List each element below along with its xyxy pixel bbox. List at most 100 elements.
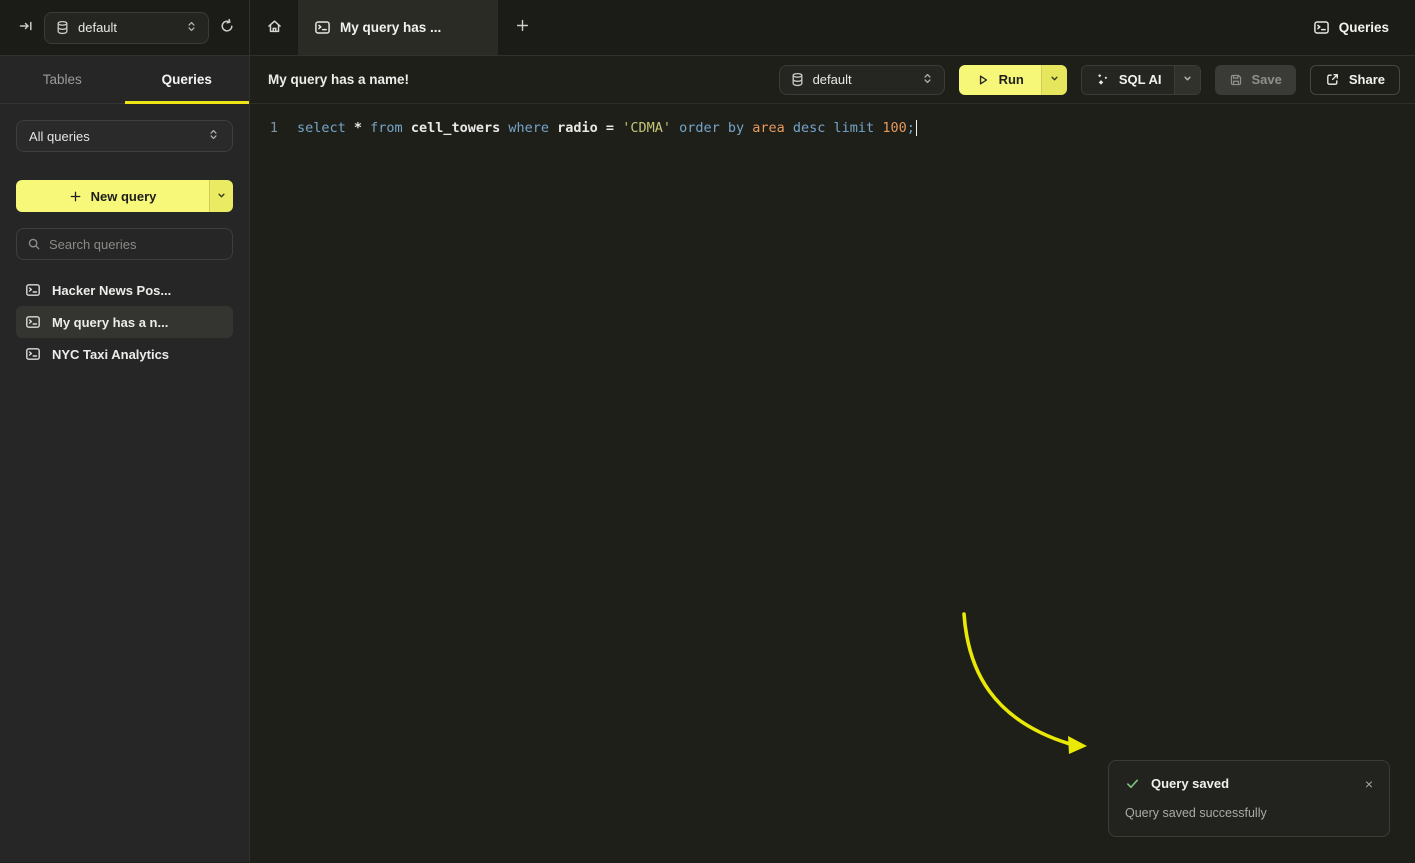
chevron-down-icon (216, 189, 227, 204)
query-filter-value: All queries (29, 129, 90, 144)
query-filter-select[interactable]: All queries (16, 120, 233, 152)
query-list: Hacker News Pos... My query has a n... NYC… (16, 274, 233, 370)
code-token: area (752, 120, 793, 136)
plus-icon (515, 17, 530, 39)
save-icon (1229, 73, 1243, 87)
new-tab-button[interactable] (498, 0, 546, 55)
run-button[interactable]: Run (959, 65, 1041, 95)
new-query-button[interactable]: New query (16, 180, 209, 212)
tab-tables[interactable]: Tables (0, 56, 125, 103)
sidebar-collapse-button[interactable] (18, 18, 34, 37)
page-title: My query has a name! (268, 72, 409, 87)
home-icon (266, 18, 283, 38)
top-bar-left: default (0, 0, 250, 55)
terminal-icon (25, 282, 41, 298)
sidebar: Tables Queries All queries (0, 56, 250, 862)
sidebar-tabs: Tables Queries (0, 56, 249, 104)
database-icon (790, 72, 805, 87)
refresh-button[interactable] (219, 18, 235, 37)
code-token: 'CDMA' (622, 120, 679, 136)
check-icon (1125, 776, 1140, 791)
main-header: My query has a name! default (250, 56, 1415, 104)
toast-message: Query saved successfully (1125, 806, 1373, 820)
query-item[interactable]: My query has a n... (16, 306, 233, 338)
code-token: * (354, 120, 370, 136)
search-box (16, 228, 233, 260)
toast-close-button[interactable]: × (1365, 777, 1373, 791)
toolbar-database-select-value: default (813, 72, 852, 87)
sql-console-app: default My query has .. (0, 0, 1415, 863)
sql-ai-button-label: SQL AI (1119, 72, 1162, 87)
toast-header: Query saved × (1125, 776, 1373, 791)
query-item[interactable]: Hacker News Pos... (16, 274, 233, 306)
code-token: 100 (882, 120, 906, 136)
line-number: 1 (250, 120, 278, 136)
run-dropdown-button[interactable] (1041, 65, 1067, 95)
terminal-icon (25, 346, 41, 362)
terminal-icon (25, 314, 41, 330)
code-token: ; (907, 120, 915, 136)
run-button-label: Run (999, 72, 1024, 87)
code-token: select (297, 120, 354, 136)
tab-strip: My query has ... Queries (250, 0, 1415, 55)
text-cursor (916, 120, 918, 136)
search-queries-input[interactable] (49, 237, 225, 252)
query-item-label: Hacker News Pos... (52, 283, 171, 298)
chevron-updown-icon (921, 72, 934, 88)
play-icon (976, 73, 990, 87)
query-item[interactable]: NYC Taxi Analytics (16, 338, 233, 370)
home-button[interactable] (250, 0, 298, 55)
terminal-icon (314, 19, 331, 36)
new-query-split-button: New query (16, 180, 233, 212)
sql-ai-split-button: SQL AI (1081, 65, 1202, 95)
share-button-label: Share (1349, 72, 1385, 87)
sparkles-icon (1095, 72, 1110, 87)
sql-editor[interactable]: 1 select * from cell_towers where radio … (250, 104, 1415, 862)
save-button[interactable]: Save (1215, 65, 1295, 95)
close-icon: × (1365, 776, 1373, 792)
code-token: from (370, 120, 411, 136)
queries-panel-toggle[interactable]: Queries (1313, 0, 1415, 55)
chevron-down-icon (1182, 72, 1193, 87)
sidebar-database-select[interactable]: default (44, 12, 209, 44)
sql-ai-dropdown-button[interactable] (1174, 66, 1200, 94)
refresh-icon (219, 18, 235, 37)
toast-query-saved: Query saved × Query saved successfully (1108, 760, 1390, 837)
share-icon (1325, 72, 1340, 87)
search-icon (27, 237, 41, 251)
query-item-label: My query has a n... (52, 315, 168, 330)
code-token: = (606, 120, 622, 136)
code-token: limit (834, 120, 883, 136)
code-token: order by (679, 120, 752, 136)
plus-icon (69, 190, 82, 203)
code-token: where (508, 120, 557, 136)
queries-panel-label: Queries (1339, 20, 1389, 35)
query-tab-active[interactable]: My query has ... (298, 0, 498, 55)
sql-ai-button[interactable]: SQL AI (1082, 66, 1175, 94)
code-line: 1 select * from cell_towers where radio … (250, 117, 1415, 138)
body-row: Tables Queries All queries (0, 56, 1415, 862)
tab-tables-label: Tables (43, 72, 82, 87)
code-token: desc (793, 120, 834, 136)
top-bar: default My query has .. (0, 0, 1415, 56)
save-button-label: Save (1251, 72, 1281, 87)
run-split-button: Run (959, 65, 1067, 95)
chevron-updown-icon (207, 128, 220, 144)
database-icon (55, 20, 70, 35)
sidebar-database-select-value: default (78, 20, 117, 35)
code-token: cell_towers (411, 120, 509, 136)
new-query-dropdown-button[interactable] (209, 180, 233, 212)
main-panel: My query has a name! default (250, 56, 1415, 862)
sidebar-content: All queries New query (0, 104, 249, 386)
chevron-updown-icon (185, 20, 198, 36)
tab-queries[interactable]: Queries (125, 56, 250, 103)
code-line-content: select * from cell_towers where radio = … (297, 120, 917, 136)
terminal-icon (1313, 19, 1330, 36)
toolbar-database-select[interactable]: default (779, 65, 945, 95)
toolbar: default Run (779, 65, 1400, 95)
share-button[interactable]: Share (1310, 65, 1400, 95)
collapse-sidebar-icon (18, 18, 34, 37)
code-token: radio (557, 120, 606, 136)
query-tab-label: My query has ... (340, 20, 441, 35)
chevron-down-icon (1049, 72, 1060, 87)
